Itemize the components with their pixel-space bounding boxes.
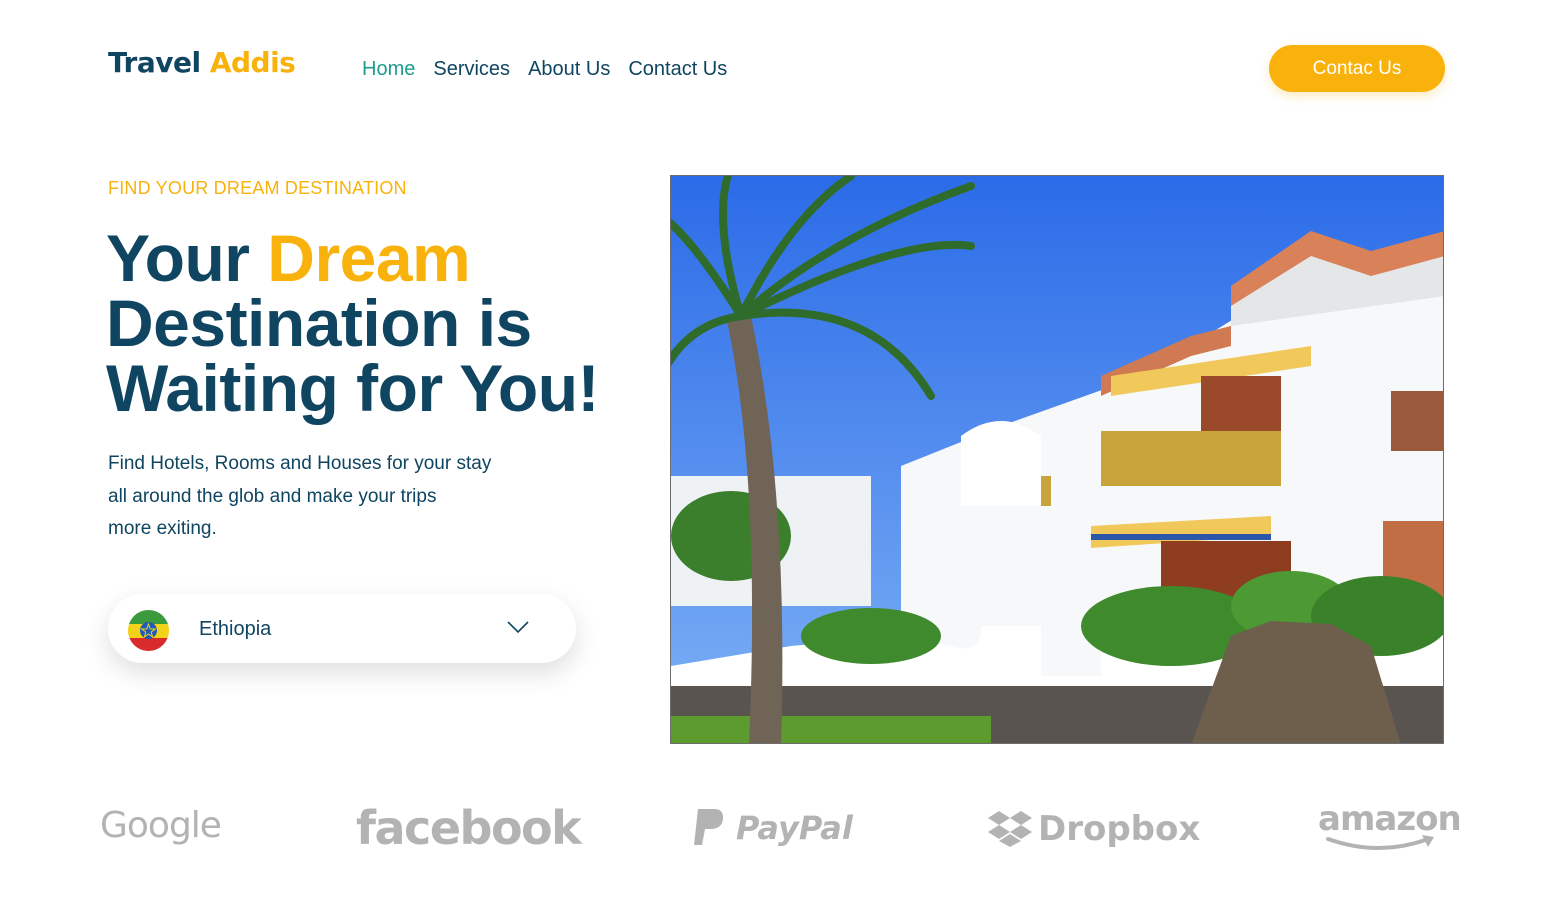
subtitle-line-1: Find Hotels, Rooms and Houses for your s… <box>108 453 492 474</box>
nav-home[interactable]: Home <box>362 58 415 81</box>
hero-subtitle: Find Hotels, Rooms and Houses for your s… <box>108 448 548 546</box>
contact-us-button[interactable]: Contac Us <box>1269 45 1445 92</box>
nav-services[interactable]: Services <box>433 58 510 81</box>
ethiopia-flag-icon <box>128 610 169 651</box>
hero-eyebrow: FIND YOUR DREAM DESTINATION <box>108 178 407 198</box>
brand-logos: Google facebook PayPal Dropbox amazon <box>100 799 1462 855</box>
logo-text-travel: Travel <box>108 46 201 79</box>
amazon-smile-icon <box>1326 835 1434 850</box>
nav-about-us[interactable]: About Us <box>528 58 610 81</box>
brand-facebook: facebook <box>356 801 582 855</box>
nav-contact-us[interactable]: Contact Us <box>628 58 727 81</box>
subtitle-line-2: all around the glob and make your trips <box>108 485 437 507</box>
logo-text-addis: Addis <box>209 46 296 79</box>
brand-dropbox: Dropbox <box>988 809 1200 852</box>
hero-photo <box>670 175 1444 744</box>
dropbox-icon <box>988 811 1032 847</box>
chevron-down-icon[interactable] <box>506 619 530 635</box>
paypal-icon <box>694 809 724 845</box>
headline-highlight: Dream <box>267 221 471 295</box>
country-select[interactable]: Ethiopia <box>108 594 576 663</box>
subtitle-line-3: more exiting. <box>108 518 217 539</box>
main-nav: Home Services About Us Contact Us <box>362 58 745 81</box>
logo[interactable]: Travel Addis <box>108 46 296 79</box>
hero-headline: Your Dream Destination is Waiting for Yo… <box>106 225 626 421</box>
headline-part1: Your <box>106 221 268 295</box>
headline-part2: Destination is Waiting for You! <box>106 286 600 425</box>
country-select-value: Ethiopia <box>199 618 272 640</box>
brand-google: Google <box>100 805 222 846</box>
brand-paypal: PayPal <box>692 807 853 852</box>
